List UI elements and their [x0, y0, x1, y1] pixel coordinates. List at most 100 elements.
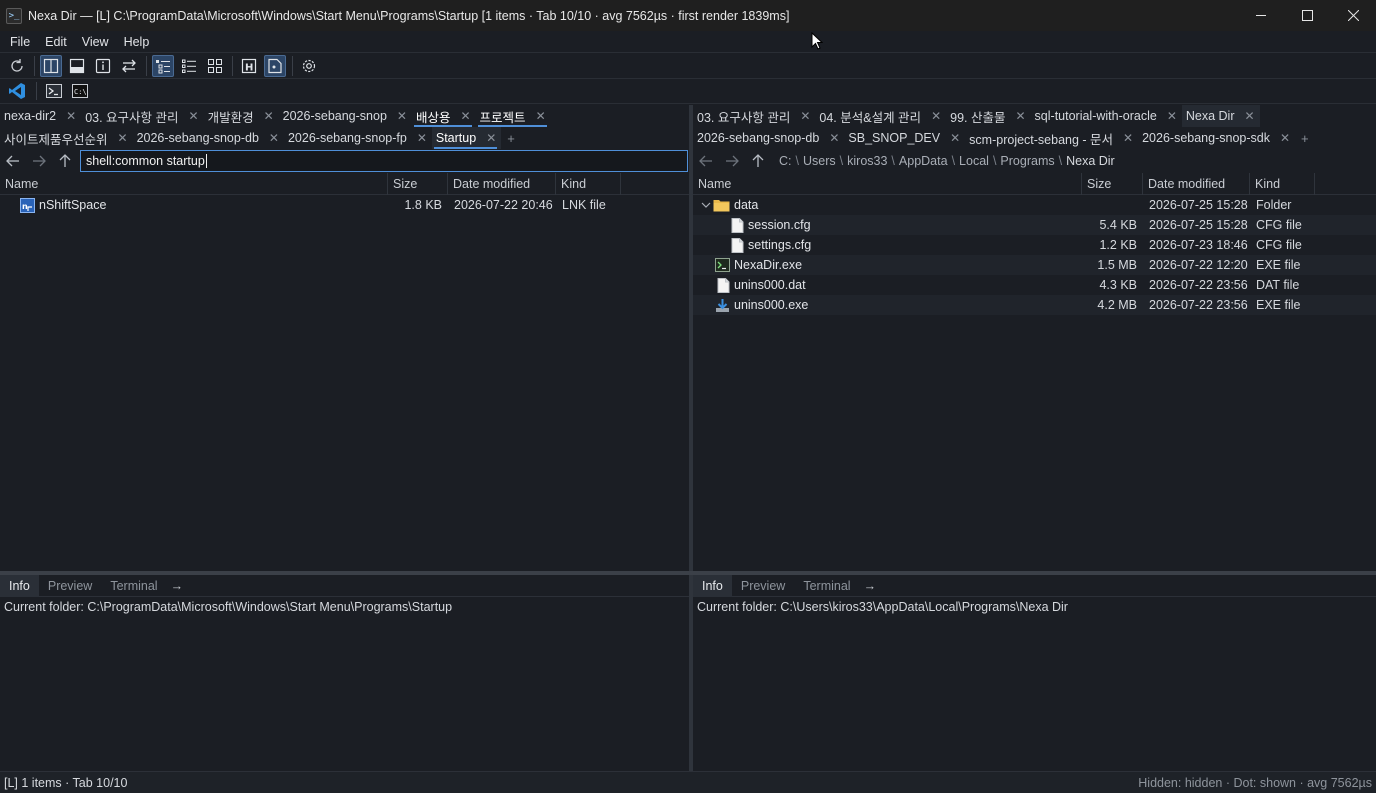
cmd-launch-button[interactable]: C:\	[69, 80, 91, 102]
tab-close-icon[interactable]: ✕	[66, 109, 76, 123]
tab[interactable]: scm-project-sebang - 문서 ✕	[965, 127, 1138, 149]
up-button[interactable]	[747, 150, 769, 172]
breadcrumb-item[interactable]: Users	[803, 154, 836, 168]
bottom-panel-button[interactable]	[66, 55, 88, 77]
column-kind[interactable]: Kind	[556, 172, 621, 195]
tab[interactable]: sql-tutorial-with-oracle ✕	[1031, 105, 1182, 127]
tab[interactable]: 03. 요구사항 관리 ✕	[693, 105, 815, 127]
tab[interactable]: 사이트제품우선순위 ✕	[0, 127, 133, 149]
column-kind[interactable]: Kind	[1250, 172, 1315, 195]
file-row[interactable]: NexaDir.exe 1.5 MB 2026-07-22 12:20 EXE …	[693, 255, 1376, 275]
tab-close-icon[interactable]: ✕	[486, 131, 496, 145]
tab-preview[interactable]: Preview	[39, 575, 101, 597]
maximize-button[interactable]	[1284, 0, 1330, 31]
refresh-button[interactable]	[6, 55, 28, 77]
back-button[interactable]	[695, 150, 717, 172]
grid-view-button[interactable]	[204, 55, 226, 77]
tab-preview[interactable]: Preview	[732, 575, 794, 597]
tab-close-icon[interactable]: ✕	[1167, 109, 1177, 123]
column-date[interactable]: Date modified	[1143, 172, 1250, 195]
file-row[interactable]: session.cfg 5.4 KB 2026-07-25 15:28 CFG …	[693, 215, 1376, 235]
minimize-button[interactable]	[1238, 0, 1284, 31]
tab-close-icon[interactable]: ✕	[189, 109, 199, 123]
tab[interactable]: SB_SNOP_DEV ✕	[844, 127, 965, 149]
dot-files-button[interactable]	[264, 54, 286, 77]
send-to-terminal-arrow[interactable]: →	[167, 575, 188, 597]
tab-close-icon[interactable]: ✕	[269, 131, 279, 145]
tab-close-icon[interactable]: ✕	[800, 109, 810, 123]
column-date[interactable]: Date modified	[448, 172, 556, 195]
tab-current[interactable]: Startup ✕	[431, 127, 502, 149]
left-bottom-panel: Info Preview Terminal → Current folder: …	[0, 574, 689, 771]
tab[interactable]: 2026-sebang-snop-db ✕	[693, 127, 844, 149]
chevron-down-icon[interactable]	[699, 201, 713, 209]
tree-view-button[interactable]	[152, 54, 174, 77]
swap-panes-button[interactable]	[118, 55, 140, 77]
file-row[interactable]: settings.cfg 1.2 KB 2026-07-23 18:46 CFG…	[693, 235, 1376, 255]
tab-current[interactable]: Nexa Dir ✕	[1181, 105, 1260, 127]
tab-close-icon[interactable]: ✕	[397, 109, 407, 123]
hidden-files-button[interactable]: H	[238, 55, 260, 77]
forward-button[interactable]	[28, 150, 50, 172]
tab-close-icon[interactable]: ✕	[460, 109, 470, 123]
tab-close-icon[interactable]: ✕	[264, 109, 274, 123]
tab-close-icon[interactable]: ✕	[1245, 109, 1255, 123]
tab-close-icon[interactable]: ✕	[1123, 131, 1133, 145]
column-name[interactable]: Name	[0, 172, 388, 195]
tab-terminal[interactable]: Terminal	[101, 575, 166, 597]
column-size[interactable]: Size	[1082, 172, 1143, 195]
tab-close-icon[interactable]: ✕	[536, 109, 546, 123]
tab[interactable]: 개발환경 ✕	[204, 105, 279, 127]
menu-file[interactable]: File	[5, 35, 35, 49]
powershell-launch-button[interactable]	[43, 80, 65, 102]
tab-close-icon[interactable]: ✕	[950, 131, 960, 145]
send-to-terminal-arrow[interactable]: →	[860, 575, 881, 597]
tab-close-icon[interactable]: ✕	[931, 109, 941, 123]
breadcrumb-item[interactable]: Local	[959, 154, 989, 168]
add-tab-button[interactable]: +	[1295, 131, 1315, 146]
tab-close-icon[interactable]: ✕	[1280, 131, 1290, 145]
breadcrumb-item-current[interactable]: Nexa Dir	[1066, 154, 1115, 168]
menu-help[interactable]: Help	[119, 35, 155, 49]
breadcrumb-item[interactable]: kiros33	[847, 154, 887, 168]
tab[interactable]: 배상용 ✕	[412, 105, 476, 127]
tab-close-icon[interactable]: ✕	[1015, 109, 1025, 123]
path-input[interactable]: shell:common startup	[80, 150, 688, 172]
list-view-button[interactable]	[178, 55, 200, 77]
file-row[interactable]: unins000.dat 4.3 KB 2026-07-22 23:56 DAT…	[693, 275, 1376, 295]
tab-terminal[interactable]: Terminal	[794, 575, 859, 597]
breadcrumb-item[interactable]: AppData	[899, 154, 948, 168]
tab-info[interactable]: Info	[0, 574, 39, 597]
menu-edit[interactable]: Edit	[40, 35, 72, 49]
tab[interactable]: 2026-sebang-snop-db ✕	[133, 127, 284, 149]
breadcrumb-item[interactable]: Programs	[1000, 154, 1054, 168]
back-button[interactable]	[2, 150, 24, 172]
column-size[interactable]: Size	[388, 172, 448, 195]
file-row[interactable]: unins000.exe 4.2 MB 2026-07-22 23:56 EXE…	[693, 295, 1376, 315]
tab[interactable]: nexa-dir2 ✕	[0, 105, 81, 127]
tab-close-icon[interactable]: ✕	[829, 131, 839, 145]
breadcrumb-item[interactable]: C:	[779, 154, 792, 168]
tab-close-icon[interactable]: ✕	[118, 131, 128, 145]
tab[interactable]: 2026-sebang-snop-fp ✕	[284, 127, 432, 149]
dual-pane-button[interactable]	[40, 54, 62, 77]
tab[interactable]: 99. 산출물 ✕	[946, 105, 1030, 127]
tab[interactable]: 2026-sebang-snop-sdk ✕	[1138, 127, 1295, 149]
menu-view[interactable]: View	[77, 35, 114, 49]
file-row[interactable]: n nShiftSpace 1.8 KB 2026-07-22 20:46 LN…	[0, 195, 689, 215]
vscode-launch-button[interactable]	[6, 80, 28, 102]
add-tab-button[interactable]: +	[501, 131, 521, 146]
column-name[interactable]: Name	[693, 172, 1082, 195]
tab-info[interactable]: Info	[693, 574, 732, 597]
tab[interactable]: 2026-sebang-snop ✕	[279, 105, 412, 127]
forward-button[interactable]	[721, 150, 743, 172]
up-button[interactable]	[54, 150, 76, 172]
tab[interactable]: 03. 요구사항 관리 ✕	[81, 105, 203, 127]
tab[interactable]: 프로젝트 ✕	[476, 105, 551, 127]
settings-button[interactable]	[298, 55, 320, 77]
folder-row[interactable]: data 2026-07-25 15:28 Folder	[693, 195, 1376, 215]
tab-close-icon[interactable]: ✕	[417, 131, 427, 145]
close-button[interactable]	[1330, 0, 1376, 31]
tab[interactable]: 04. 분석&설계 관리 ✕	[815, 105, 946, 127]
info-panel-button[interactable]	[92, 55, 114, 77]
